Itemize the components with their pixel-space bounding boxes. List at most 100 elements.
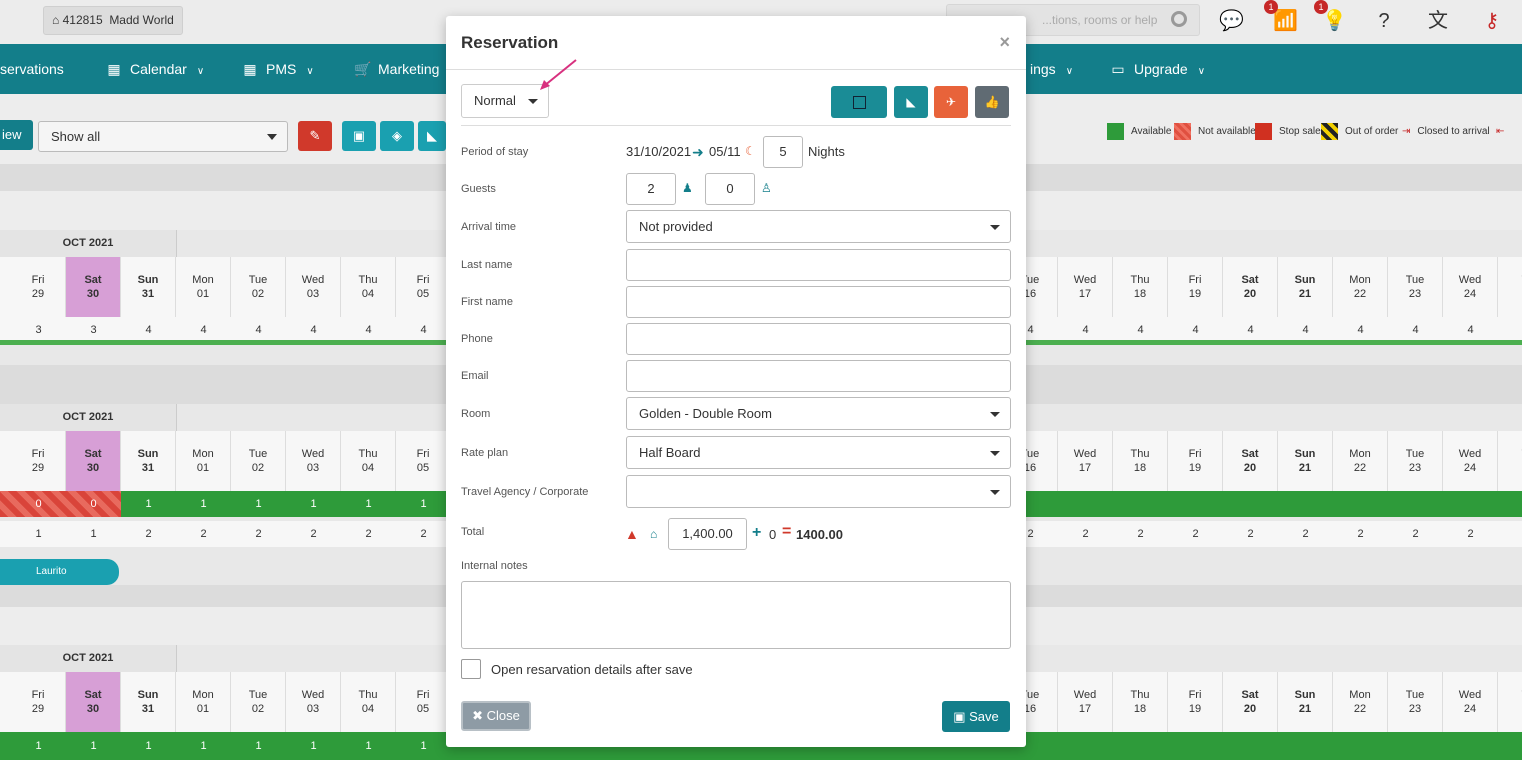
day-header[interactable]: Fri 29 (11, 672, 66, 732)
last-name-input[interactable] (626, 249, 1011, 281)
availability-count[interactable]: 2 (1223, 521, 1278, 547)
day-header[interactable]: Sat 20 (1223, 672, 1278, 732)
availability-count[interactable]: 2 (1113, 521, 1168, 547)
status-arrival-button[interactable]: ◣ (894, 86, 928, 118)
nav-calendar[interactable]: ▦ Calendar ∨ (106, 44, 204, 94)
day-header[interactable]: Fri 29 (11, 257, 66, 317)
day-header[interactable]: Wed 03 (286, 431, 341, 491)
day-header[interactable]: Tue 23 (1388, 431, 1443, 491)
room-status-count[interactable]: 1 (121, 733, 176, 759)
day-header[interactable]: Sun 21 (1278, 672, 1333, 732)
arrival-time-select[interactable]: Not provided (626, 210, 1011, 243)
room-status-count[interactable]: 1 (396, 491, 451, 517)
nav-settings[interactable]: ings ∨ (1030, 44, 1073, 94)
availability-count[interactable]: 2 (121, 521, 176, 547)
day-header[interactable]: Mon 22 (1333, 672, 1388, 732)
translate-icon[interactable]: 文 (1426, 9, 1450, 33)
day-header[interactable]: T (1498, 431, 1522, 491)
day-header[interactable]: Wed 24 (1443, 431, 1498, 491)
hotel-selector[interactable]: ⌂ 412815 Madd World (43, 6, 183, 35)
day-header[interactable]: Thu 04 (341, 431, 396, 491)
day-header[interactable]: Mon 22 (1333, 431, 1388, 491)
day-header[interactable]: Wed 17 (1058, 672, 1113, 732)
open-details-checkbox[interactable] (461, 659, 481, 679)
day-header[interactable]: Wed 24 (1443, 257, 1498, 317)
email-input[interactable] (626, 360, 1011, 392)
day-header[interactable]: Sun 31 (121, 431, 176, 491)
arrival-button[interactable]: ◣ (418, 121, 446, 151)
room-status-count[interactable]: 1 (396, 733, 451, 759)
nav-upgrade[interactable]: ▭ Upgrade ∨ (1110, 44, 1205, 94)
room-status-count[interactable]: 1 (341, 733, 396, 759)
day-header[interactable]: Fri 19 (1168, 672, 1223, 732)
availability-count[interactable]: 2 (1388, 521, 1443, 547)
day-header[interactable]: Fri 29 (11, 431, 66, 491)
room-status-count[interactable]: 1 (176, 491, 231, 517)
availability-count[interactable]: 2 (341, 521, 396, 547)
room-status-count[interactable]: 1 (176, 733, 231, 759)
room-filter-select[interactable]: Show all (38, 121, 288, 152)
availability-count[interactable]: 2 (231, 521, 286, 547)
day-header[interactable]: Sat 30 (66, 431, 121, 491)
nav-marketing[interactable]: 🛒 Marketing (354, 44, 439, 94)
day-header[interactable]: Sun 21 (1278, 257, 1333, 317)
lightbulb-icon[interactable]: 💡 (1322, 9, 1347, 33)
availability-count[interactable]: 2 (1443, 521, 1498, 547)
day-header[interactable]: Tue 23 (1388, 257, 1443, 317)
nights-input[interactable]: 5 (763, 136, 803, 168)
first-name-input[interactable] (626, 286, 1011, 318)
availability-count[interactable]: 2 (286, 521, 341, 547)
room-status-count[interactable]: 1 (66, 733, 121, 759)
day-header[interactable]: Sat 20 (1223, 431, 1278, 491)
close-button[interactable]: ✖ Close (461, 701, 531, 731)
room-status-count[interactable]: 1 (121, 491, 176, 517)
status-blank-button[interactable] (831, 86, 887, 118)
day-header[interactable]: Tue 02 (231, 431, 286, 491)
internal-notes-textarea[interactable] (461, 581, 1011, 649)
day-header[interactable]: T (1498, 257, 1522, 317)
nav-pms[interactable]: ▦ PMS ∨ (242, 44, 313, 94)
edit-button[interactable]: ✎ (298, 121, 332, 151)
day-header[interactable]: Wed 17 (1058, 257, 1113, 317)
day-header[interactable]: Tue 02 (231, 257, 286, 317)
day-header[interactable]: Mon 01 (176, 257, 231, 317)
save-button[interactable]: ▣ Save (942, 701, 1010, 732)
day-header[interactable]: Sun 31 (121, 257, 176, 317)
close-icon[interactable]: × (999, 32, 1010, 52)
day-header[interactable]: Mon 22 (1333, 257, 1388, 317)
day-header[interactable]: Wed 03 (286, 257, 341, 317)
chat-icon[interactable]: 💬 (1219, 9, 1244, 33)
children-input[interactable]: 0 (705, 173, 755, 205)
status-confirm-button[interactable]: 👍 (975, 86, 1009, 118)
rss-icon[interactable]: 📶 (1273, 9, 1298, 33)
day-header[interactable]: Sun 21 (1278, 431, 1333, 491)
day-header[interactable]: Thu 18 (1113, 257, 1168, 317)
room-select[interactable]: Golden - Double Room (626, 397, 1011, 430)
search-icon[interactable] (1171, 11, 1187, 27)
help-icon[interactable]: ? (1372, 9, 1396, 33)
tag-button[interactable]: ◈ (380, 121, 414, 151)
booking-bar[interactable]: Laurito (0, 559, 119, 585)
day-header[interactable]: Sat 30 (66, 257, 121, 317)
nav-reservations[interactable]: servations (0, 44, 64, 94)
view-button[interactable]: iew (0, 120, 33, 150)
day-header[interactable]: Fri 05 (396, 672, 451, 732)
room-status-count[interactable]: 1 (286, 733, 341, 759)
day-header[interactable]: Wed 03 (286, 672, 341, 732)
availability-count[interactable]: 1 (66, 521, 121, 547)
availability-count[interactable]: 2 (1278, 521, 1333, 547)
day-header[interactable]: Mon 01 (176, 431, 231, 491)
total-amount-input[interactable]: 1,400.00 (668, 518, 747, 550)
day-header[interactable]: Thu 18 (1113, 431, 1168, 491)
rate-plan-select[interactable]: Half Board (626, 436, 1011, 469)
day-header[interactable]: Tue 23 (1388, 672, 1443, 732)
day-header[interactable]: Thu 04 (341, 672, 396, 732)
availability-count[interactable]: 2 (1058, 521, 1113, 547)
day-header[interactable]: Fri 19 (1168, 257, 1223, 317)
availability-count[interactable]: 2 (1333, 521, 1388, 547)
day-header[interactable]: Tue 02 (231, 672, 286, 732)
room-status-count[interactable]: 1 (341, 491, 396, 517)
room-status-count[interactable]: 1 (286, 491, 341, 517)
availability-count[interactable]: 1 (11, 521, 66, 547)
key-icon[interactable]: ⚷ (1480, 9, 1504, 33)
